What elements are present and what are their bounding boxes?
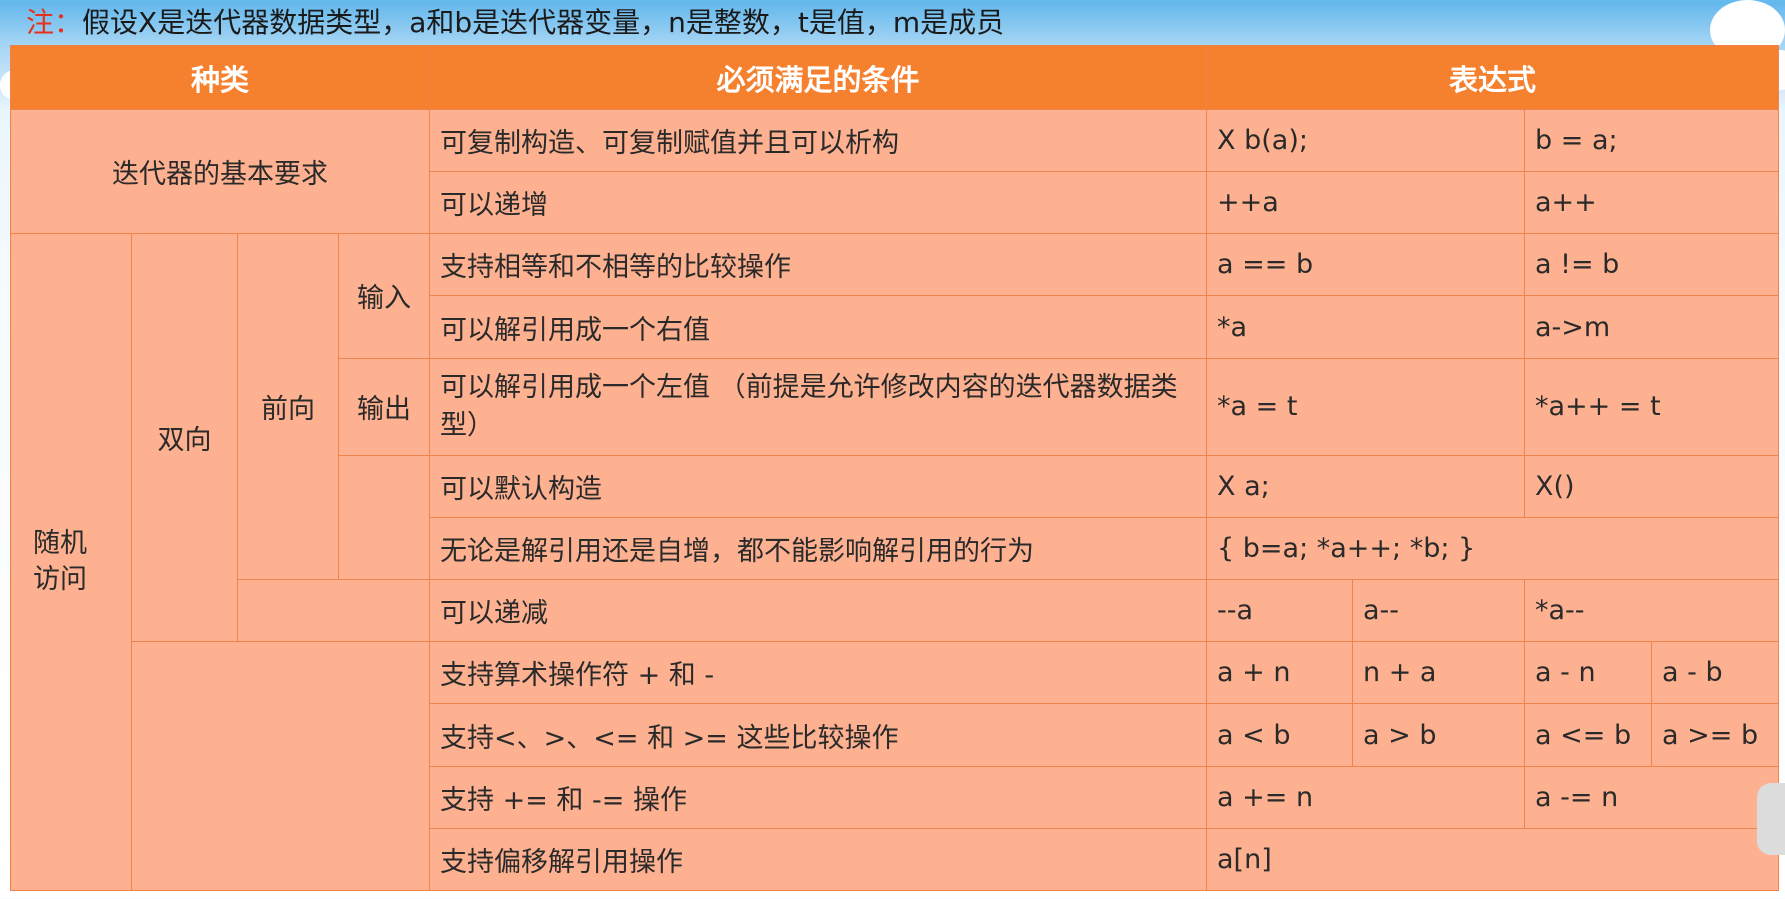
expression-cell: a += n [1206, 765, 1526, 829]
note-text: 假设X是迭代器数据类型，a和b是迭代器变量，n是整数，t是值，m是成员 [82, 6, 1005, 39]
condition-cell: 可以递减 [429, 579, 1208, 643]
expression-cell: n + a [1352, 641, 1526, 705]
condition-cell: 可以递增 [429, 171, 1208, 235]
table-header-row: 种类 必须满足的条件 表达式 [9, 45, 1780, 110]
category-output: 输出 [337, 357, 431, 456]
empty-cell [337, 454, 431, 581]
expression-cell: a < b [1206, 703, 1354, 767]
table-row: 可以递减 --a a-- *a-- [11, 579, 1780, 643]
condition-cell: 无论是解引用还是自增，都不能影响解引用的行为 [429, 517, 1208, 581]
expression-cell: *a [1206, 295, 1526, 359]
condition-cell: 支持算术操作符 + 和 - [429, 641, 1208, 705]
empty-cell [130, 641, 431, 891]
condition-cell: 支持<、>、<= 和 >= 这些比较操作 [429, 703, 1208, 767]
note-prefix: 注： [26, 6, 83, 39]
condition-cell: 支持 += 和 -= 操作 [429, 765, 1208, 829]
expression-cell: a - n [1524, 641, 1653, 705]
header-condition: 必须满足的条件 [429, 45, 1208, 110]
expression-cell: a >= b [1651, 703, 1780, 767]
condition-cell: 可复制构造、可复制赋值并且可以析构 [429, 108, 1208, 173]
expression-cell: a->m [1524, 295, 1780, 359]
table-row: 随机 访问 双向 前向 输入 支持相等和不相等的比较操作 a == b a !=… [10, 233, 1780, 891]
header-expression: 表达式 [1206, 45, 1780, 110]
expression-cell: X b(a); [1206, 108, 1526, 173]
note-line: 注：假设X是迭代器数据类型，a和b是迭代器变量，n是整数，t是值，m是成员 [26, 4, 1004, 42]
side-scroll-handle[interactable] [1757, 783, 1785, 855]
expression-cell: X a; [1206, 454, 1526, 519]
table-row: 迭代器的基本要求 可复制构造、可复制赋值并且可以析构 X b(a); b = a… [9, 108, 1780, 235]
expression-cell: { b=a; *a++; *b; } [1206, 517, 1780, 581]
condition-cell: 支持相等和不相等的比较操作 [429, 233, 1208, 297]
expression-cell: *a-- [1524, 579, 1780, 643]
category-random-access: 随机 访问 [10, 233, 132, 891]
expression-cell: X() [1524, 454, 1780, 519]
expression-cell: a <= b [1524, 703, 1653, 767]
condition-cell: 支持偏移解引用操作 [429, 827, 1208, 892]
category-forward: 前向 [237, 233, 339, 581]
expression-cell: *a++ = t [1524, 357, 1780, 456]
empty-cell [236, 579, 431, 643]
category-bidirectional: 双向 [131, 233, 238, 643]
expression-cell: b = a; [1524, 108, 1780, 173]
category-input: 输入 [337, 233, 431, 359]
expression-cell: *a = t [1206, 357, 1526, 456]
condition-cell: 可以解引用成一个右值 [429, 295, 1208, 359]
expression-cell: a++ [1524, 171, 1780, 235]
expression-cell: a + n [1206, 641, 1354, 705]
expression-cell: a > b [1352, 703, 1526, 767]
expression-cell: a[n] [1206, 827, 1780, 892]
category-basic: 迭代器的基本要求 [9, 108, 431, 235]
header-kind: 种类 [9, 45, 431, 110]
condition-cell: 可以解引用成一个左值 （前提是允许修改内容的迭代器数据类型） [429, 357, 1208, 456]
expression-cell: a == b [1206, 233, 1526, 297]
expression-cell: ++a [1206, 171, 1526, 235]
expression-cell: a - b [1651, 641, 1780, 705]
iterator-requirements-table: 种类 必须满足的条件 表达式 迭代器的基本要求 可复制构造、可复制赋值并且可以析… [9, 45, 1780, 892]
expression-cell: a -= n [1524, 765, 1780, 829]
expression-cell: a-- [1352, 579, 1526, 643]
table-row: 支持算术操作符 + 和 - a + n n + a a - n a - b [11, 641, 1780, 891]
expression-cell: a != b [1524, 233, 1780, 297]
condition-cell: 可以默认构造 [429, 454, 1208, 519]
expression-cell: --a [1206, 579, 1354, 643]
